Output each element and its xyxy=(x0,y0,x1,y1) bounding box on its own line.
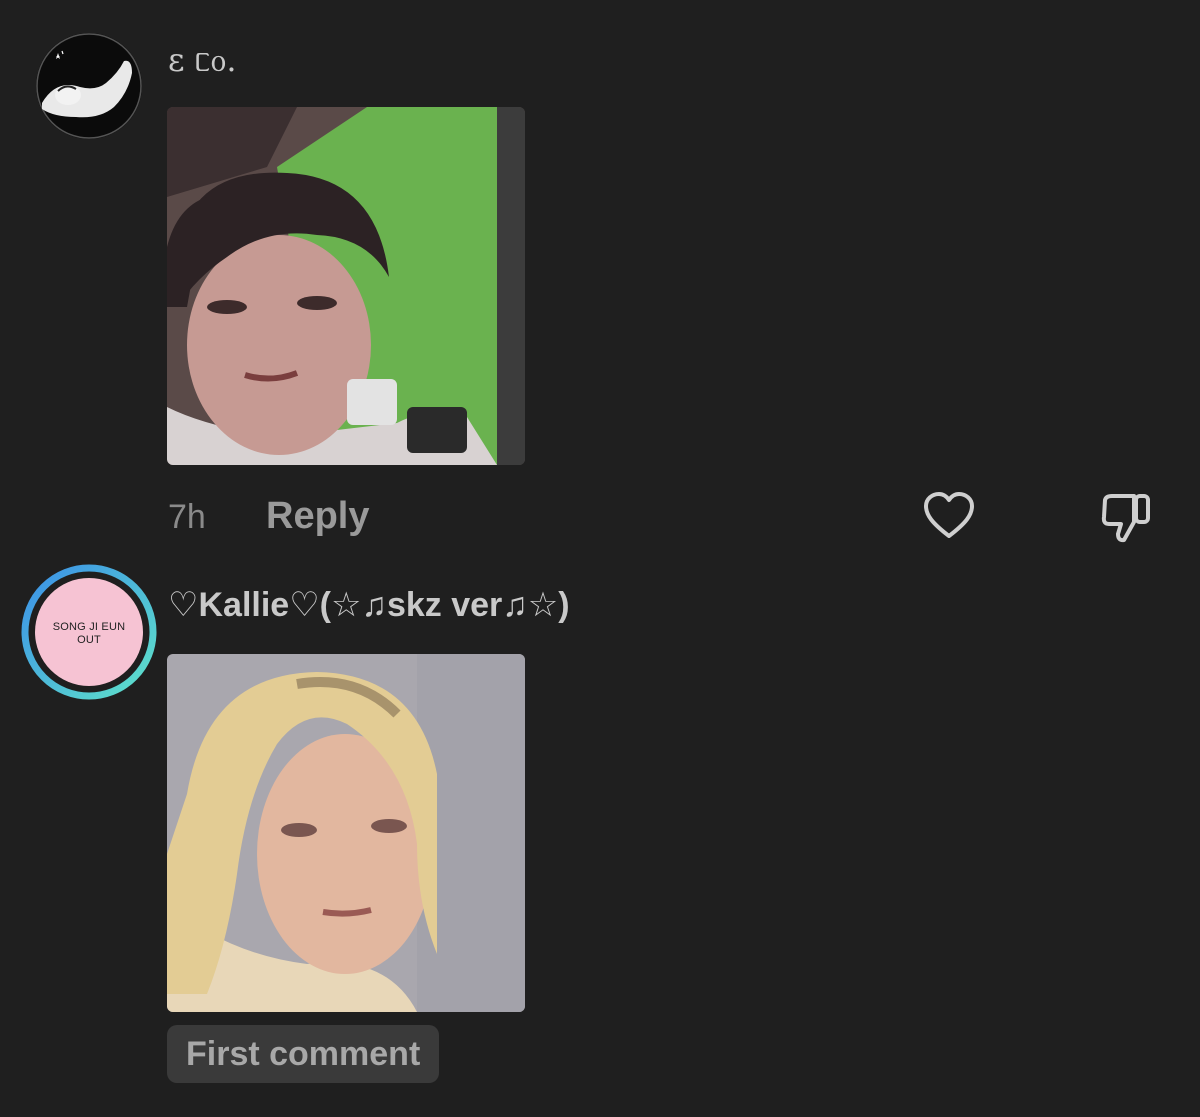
reply-button[interactable]: Reply xyxy=(266,497,369,535)
dislike-button[interactable] xyxy=(1100,492,1154,544)
heart-outline-icon xyxy=(922,492,976,545)
comment-timestamp: 7h xyxy=(168,498,206,536)
thumbs-down-outline-icon xyxy=(1100,494,1154,548)
user-avatar[interactable]: SONG JI EUN OUT xyxy=(21,564,157,700)
first-comment-badge: First comment xyxy=(167,1025,440,1083)
avatar-caption-line: OUT xyxy=(77,633,101,646)
comment-item: SONG JI EUN OUT ♡Kallie♡(☆♫skz ver♫☆) Fi… xyxy=(0,560,1200,1117)
avatar-caption: SONG JI EUN OUT xyxy=(21,621,157,646)
comment-media-image[interactable] xyxy=(167,107,525,465)
like-button[interactable] xyxy=(922,491,976,541)
user-avatar[interactable] xyxy=(36,33,142,139)
comment-item: ɛ ᥴ᧐. 7h Reply xyxy=(0,0,1200,560)
comment-media-image[interactable] xyxy=(167,654,525,1012)
avatar-caption-line: SONG JI EUN xyxy=(52,621,126,633)
comment-username[interactable]: ɛ ᥴ᧐. xyxy=(168,44,237,76)
comment-username[interactable]: ♡Kallie♡(☆♫skz ver♫☆) xyxy=(168,588,570,622)
